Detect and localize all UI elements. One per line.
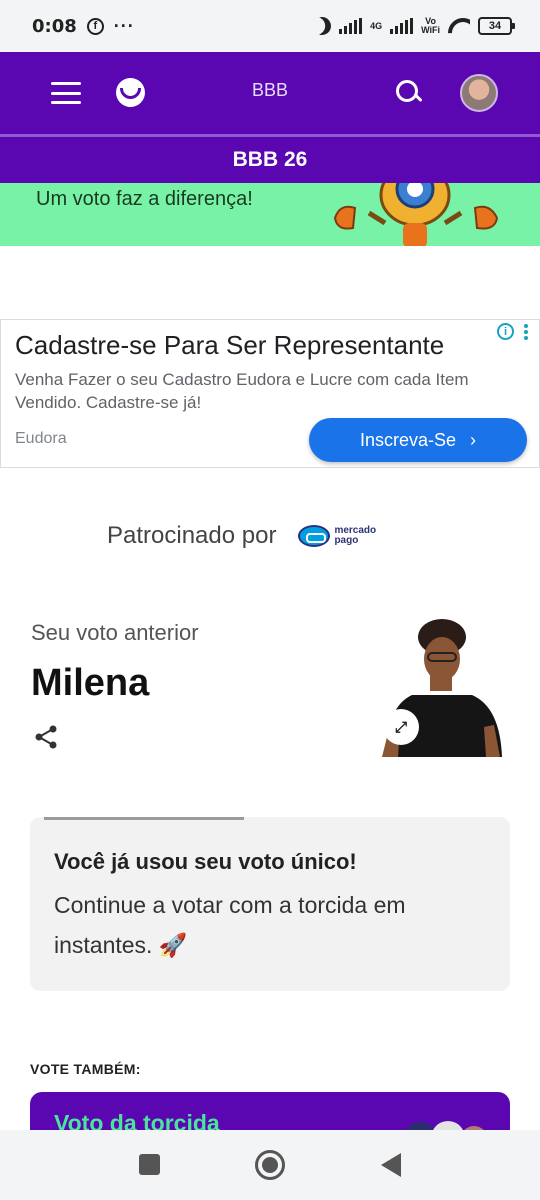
share-icon[interactable] xyxy=(33,724,59,750)
home-icon[interactable] xyxy=(255,1150,285,1180)
notice-progress-bar xyxy=(44,817,244,820)
ad-cta-button[interactable]: Inscreva-Se › xyxy=(309,418,527,462)
robot-mascot-icon xyxy=(333,183,499,246)
network-type: 4G xyxy=(370,20,383,31)
previous-vote-name: Milena xyxy=(31,662,150,704)
vowifi-bottom: WiFi xyxy=(421,25,440,35)
status-time: 0:08 xyxy=(32,15,77,37)
header-title[interactable]: BBB xyxy=(220,80,320,101)
sponsor: Patrocinado por mercado pago xyxy=(107,522,376,550)
logo-icon[interactable] xyxy=(116,78,145,107)
signal-icon-2 xyxy=(390,18,414,34)
signal-icon xyxy=(339,18,363,34)
chevron-right-icon: › xyxy=(470,429,477,450)
sub-header-title: BBB 26 xyxy=(232,148,308,171)
do-not-disturb-icon xyxy=(310,14,335,39)
battery-icon: 34 xyxy=(478,17,515,35)
app-header: BBB xyxy=(0,52,540,134)
vote-used-notice: Você já usou seu voto único! Continue a … xyxy=(30,817,510,991)
ad-banner[interactable]: Cadastre-se Para Ser Representante Venha… xyxy=(0,319,540,468)
recent-apps-icon[interactable] xyxy=(139,1154,160,1175)
battery-level: 34 xyxy=(488,20,502,32)
search-icon[interactable] xyxy=(396,80,422,106)
notice-body: Continue a votar com a torcida em instan… xyxy=(54,892,406,958)
menu-icon[interactable] xyxy=(51,82,81,104)
handshake-icon xyxy=(298,525,331,547)
banner-slogan: Um voto faz a diferença! xyxy=(36,188,253,210)
expand-icon[interactable]: ⤢ xyxy=(383,709,419,745)
back-icon[interactable] xyxy=(381,1153,401,1177)
ad-title[interactable]: Cadastre-se Para Ser Representante xyxy=(15,330,444,361)
sponsor-label: Patrocinado por xyxy=(107,522,277,549)
ad-more-icon[interactable] xyxy=(524,324,528,340)
ad-description: Venha Fazer o seu Cadastro Eudora e Lucr… xyxy=(15,370,469,412)
mercado-pago-text: mercado pago xyxy=(334,526,376,546)
ad-brand: Eudora xyxy=(15,430,67,447)
more-notifications-icon: ··· xyxy=(113,15,135,36)
status-bar: 0:08 f ··· 4G Vo WiFi 34 xyxy=(0,0,540,52)
wifi-icon xyxy=(448,18,470,34)
ad-cta-label: Inscreva-Se xyxy=(359,429,457,450)
facebook-icon: f xyxy=(86,17,104,35)
status-right: 4G Vo WiFi 34 xyxy=(313,17,515,35)
status-left: 0:08 f ··· xyxy=(32,16,135,37)
mp-line2: pago xyxy=(334,535,359,546)
avatar[interactable] xyxy=(460,74,498,112)
system-nav-bar xyxy=(0,1130,540,1200)
previous-vote-label: Seu voto anterior xyxy=(31,620,199,645)
ad-info-icon[interactable]: i xyxy=(497,323,514,340)
sub-header: BBB 26 xyxy=(0,137,540,183)
vote-also-label: VOTE TAMBÉM: xyxy=(30,1061,141,1077)
mercado-pago-logo[interactable]: mercado pago xyxy=(298,525,376,547)
notice-title: Você já usou seu voto único! xyxy=(54,849,357,874)
vowifi-icon: Vo WiFi xyxy=(421,17,440,35)
vote-banner: Um voto faz a diferença! xyxy=(0,183,540,246)
